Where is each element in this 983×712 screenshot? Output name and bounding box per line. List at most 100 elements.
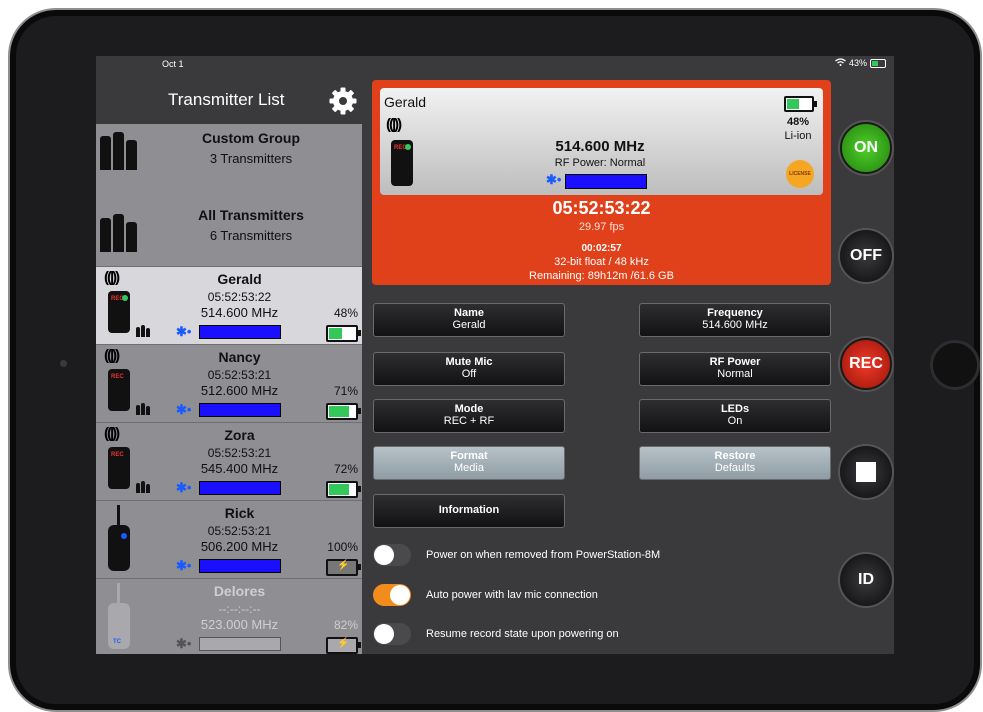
wifi-icon bbox=[835, 58, 846, 68]
group-name: All Transmitters bbox=[198, 207, 304, 223]
group-name: Custom Group bbox=[202, 130, 300, 146]
frequency-button[interactable]: Frequency 514.600 MHz bbox=[639, 303, 831, 337]
audio-meter bbox=[199, 481, 281, 495]
detail-name: Gerald bbox=[384, 94, 427, 110]
on-button[interactable]: ON bbox=[840, 122, 892, 174]
list-item-rick[interactable]: Rick 05:52:53:21 506.200 MHz 100% ✱• ⚡ bbox=[96, 500, 362, 579]
transmitter-timecode: --:--:--:-- bbox=[218, 602, 261, 616]
transmitter-name: Nancy bbox=[218, 349, 261, 365]
transmitter-frequency: 512.600 MHz bbox=[200, 383, 279, 398]
battery-icon bbox=[784, 96, 817, 112]
off-button[interactable]: OFF bbox=[840, 230, 892, 282]
audio-meter bbox=[199, 403, 281, 417]
bluetooth-icon: ✱• bbox=[176, 324, 192, 339]
detail-timecode: 05:52:53:22 bbox=[552, 198, 651, 218]
audio-meter bbox=[199, 637, 281, 651]
battery-percent: 100% bbox=[327, 540, 358, 554]
group-icon bbox=[100, 132, 137, 170]
list-item-nancy[interactable]: ((|)) REC Nancy 05:52:53:21 512.600 MHz … bbox=[96, 344, 362, 423]
battery-percent: 48% bbox=[333, 306, 358, 320]
status-right: 43% bbox=[835, 58, 886, 68]
rf-power-button[interactable]: RF Power Normal bbox=[639, 352, 831, 386]
format-media-button[interactable]: Format Media bbox=[373, 446, 565, 480]
id-button[interactable]: ID bbox=[840, 554, 892, 606]
transmitter-frequency: 523.000 MHz bbox=[200, 617, 279, 632]
page-title: Transmitter List bbox=[168, 90, 285, 109]
resume-record-toggle[interactable] bbox=[373, 623, 411, 645]
name-button[interactable]: Name Gerald bbox=[373, 303, 565, 337]
toggle-label: Auto power with lav mic connection bbox=[426, 589, 598, 601]
bluetooth-icon: ✱• bbox=[546, 172, 562, 187]
front-camera bbox=[60, 360, 67, 367]
battery-charging-icon: ⚡ bbox=[326, 559, 361, 576]
bluetooth-icon: ✱• bbox=[176, 558, 192, 573]
battery-charging-icon: ⚡ bbox=[326, 637, 361, 654]
transmitter-name: Gerald bbox=[217, 271, 262, 287]
group-count: 6 Transmitters bbox=[209, 228, 293, 243]
group-icon bbox=[136, 325, 150, 337]
stop-button[interactable] bbox=[840, 446, 892, 498]
transmitter-detail-card: Gerald ((|)) REC 514.600 MHz RF Power: N… bbox=[372, 80, 831, 285]
transmitter-timecode: 05:52:53:21 bbox=[207, 446, 272, 460]
antenna-icon: ((|)) bbox=[104, 425, 120, 442]
battery-percent: 43% bbox=[848, 58, 867, 68]
mute-mic-button[interactable]: Mute Mic Off bbox=[373, 352, 565, 386]
battery-icon bbox=[870, 58, 886, 68]
transmitter-summary: Gerald ((|)) REC 514.600 MHz RF Power: N… bbox=[380, 88, 823, 195]
transmitter-device-icon: TC bbox=[108, 583, 130, 649]
list-item-delores[interactable]: TC Delores --:--:--:-- 523.000 MHz 82% ✱… bbox=[96, 578, 362, 654]
leds-button[interactable]: LEDs On bbox=[639, 399, 831, 433]
toggle-label: Power on when removed from PowerStation-… bbox=[426, 549, 661, 561]
restore-defaults-button[interactable]: Restore Defaults bbox=[639, 446, 831, 480]
detail-frequency: 514.600 MHz bbox=[555, 138, 645, 155]
toggle-label: Resume record state upon powering on bbox=[426, 628, 619, 640]
list-item-zora[interactable]: ((|)) REC Zora 05:52:53:21 545.400 MHz 7… bbox=[96, 422, 362, 501]
list-header: Transmitter List bbox=[96, 72, 362, 124]
group-icon bbox=[136, 403, 150, 415]
transmitter-device-icon: REC bbox=[391, 140, 413, 186]
detail-format: 32-bit float / 48 kHz bbox=[554, 256, 649, 268]
transmitter-device-icon: REC bbox=[108, 369, 130, 411]
list-item-all-transmitters[interactable]: All Transmitters 6 Transmitters bbox=[96, 200, 362, 266]
status-bar: Oct 1 43% bbox=[96, 56, 894, 72]
detail-fps: 29.97 fps bbox=[578, 221, 625, 233]
transmitter-name: Delores bbox=[213, 583, 266, 599]
detail-remaining: Remaining: 89h12m /61.6 GB bbox=[529, 270, 674, 282]
bluetooth-icon: ✱• bbox=[176, 480, 192, 495]
transmitter-frequency: 545.400 MHz bbox=[200, 461, 279, 476]
list-item-custom-group[interactable]: Custom Group 3 Transmitters bbox=[96, 124, 362, 200]
transmitter-device-icon: REC bbox=[108, 447, 130, 489]
transmitter-timecode: 05:52:53:21 bbox=[207, 524, 272, 538]
transmitter-list-panel: Transmitter List Custom Group 3 Transmit… bbox=[96, 72, 362, 654]
home-button[interactable] bbox=[930, 340, 980, 390]
power-on-removed-toggle[interactable] bbox=[373, 544, 411, 566]
battery-percent: 71% bbox=[333, 384, 358, 398]
transmitter-name: Zora bbox=[224, 427, 255, 443]
transmitter-name: Rick bbox=[224, 505, 255, 521]
license-badge[interactable]: LICENSE bbox=[786, 160, 814, 188]
status-date: Oct 1 bbox=[162, 59, 184, 69]
battery-icon bbox=[326, 481, 361, 498]
transmitter-device-icon bbox=[108, 505, 130, 571]
mode-button[interactable]: Mode REC + RF bbox=[373, 399, 565, 433]
detail-battery-percent: 48% bbox=[786, 116, 810, 128]
rec-button[interactable]: REC bbox=[840, 338, 892, 390]
transmitter-frequency: 506.200 MHz bbox=[200, 539, 279, 554]
group-icon bbox=[136, 481, 150, 493]
bluetooth-icon: ✱• bbox=[176, 402, 192, 417]
transmitter-device-icon: REC bbox=[108, 291, 130, 333]
gear-icon[interactable] bbox=[328, 86, 358, 116]
battery-icon bbox=[326, 403, 361, 420]
bluetooth-icon: ✱• bbox=[176, 636, 192, 651]
group-icon bbox=[100, 214, 137, 252]
antenna-icon: ((|)) bbox=[386, 116, 402, 133]
detail-battery-type: Li-ion bbox=[784, 130, 812, 142]
auto-power-toggle[interactable] bbox=[373, 584, 411, 606]
list-item-gerald[interactable]: ((|)) REC Gerald 05:52:53:22 514.600 MHz… bbox=[96, 266, 362, 345]
antenna-icon: ((|)) bbox=[104, 269, 120, 286]
information-button[interactable]: Information bbox=[373, 494, 565, 528]
stop-icon bbox=[856, 461, 876, 482]
audio-meter bbox=[199, 559, 281, 573]
transmitter-frequency: 514.600 MHz bbox=[200, 305, 279, 320]
transmitter-timecode: 05:52:53:21 bbox=[207, 368, 272, 382]
